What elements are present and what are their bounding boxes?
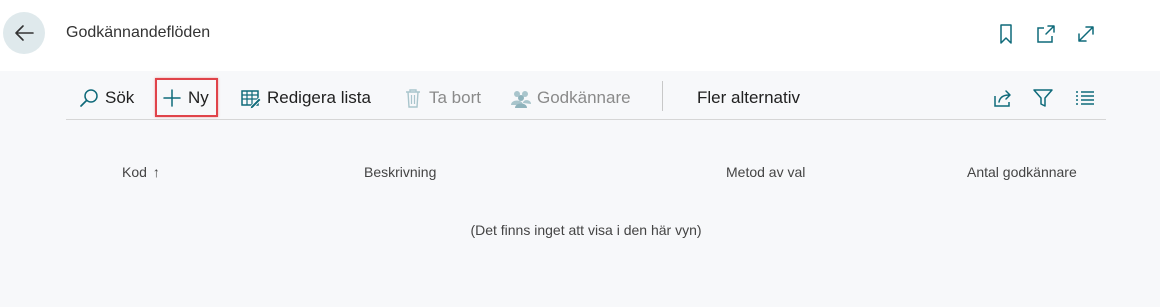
people-icon <box>510 87 532 109</box>
back-button[interactable] <box>3 12 45 54</box>
action-toolbar: Sök Ny Redigera lista Ta bort Godkännare… <box>66 76 1106 120</box>
edit-list-icon <box>240 87 262 109</box>
arrow-left-icon <box>15 25 34 41</box>
expand-button[interactable] <box>1074 22 1098 46</box>
column-header-label: Beskrivning <box>364 164 437 180</box>
share-icon <box>992 87 1014 109</box>
empty-list-message: (Det finns inget att visa i den här vyn) <box>470 222 702 238</box>
expand-icon <box>1078 26 1094 42</box>
share-button[interactable] <box>992 76 1014 120</box>
trash-icon <box>402 87 424 109</box>
open-in-new-window-button[interactable] <box>1034 22 1058 46</box>
more-options-button[interactable]: Fler alternativ <box>697 76 800 120</box>
edit-list-button[interactable]: Redigera lista <box>240 76 371 120</box>
delete-label: Ta bort <box>429 88 481 107</box>
toolbar-divider <box>662 81 663 111</box>
new-label: Ny <box>188 88 209 107</box>
column-header-beskrivning[interactable]: Beskrivning <box>364 164 436 180</box>
list-view-button[interactable] <box>1074 76 1096 120</box>
page-title: Godkännandeflöden <box>66 24 211 41</box>
filter-button[interactable] <box>1032 76 1054 120</box>
column-header-metod-av-val[interactable]: Metod av val <box>726 164 805 180</box>
bookmark-button[interactable] <box>994 22 1018 46</box>
column-header-label: Antal godkännare <box>967 164 1077 180</box>
more-options-label: Fler alternativ <box>697 88 800 107</box>
page-header: Godkännandeflöden <box>0 0 1160 71</box>
bookmark-icon <box>1000 24 1012 44</box>
delete-button[interactable]: Ta bort <box>402 76 481 120</box>
search-button[interactable]: Sök <box>78 76 134 120</box>
column-header-label: Kod <box>122 164 147 180</box>
open-in-new-window-icon <box>1037 25 1055 43</box>
sort-ascending-icon: ↑ <box>152 164 160 180</box>
column-header-antal-godkannare[interactable]: Antal godkännare <box>967 164 1077 180</box>
edit-list-label: Redigera lista <box>267 88 371 107</box>
approvers-button[interactable]: Godkännare <box>510 76 631 120</box>
new-button[interactable]: Ny <box>161 76 209 120</box>
filter-icon <box>1032 87 1054 109</box>
approvers-label: Godkännare <box>537 88 631 107</box>
search-icon <box>78 87 100 109</box>
column-header-kod[interactable]: Kod ↑ <box>122 164 160 180</box>
list-view-icon <box>1074 87 1096 109</box>
search-label: Sök <box>105 88 135 107</box>
plus-icon <box>161 87 183 109</box>
column-header-label: Metod av val <box>726 164 806 180</box>
